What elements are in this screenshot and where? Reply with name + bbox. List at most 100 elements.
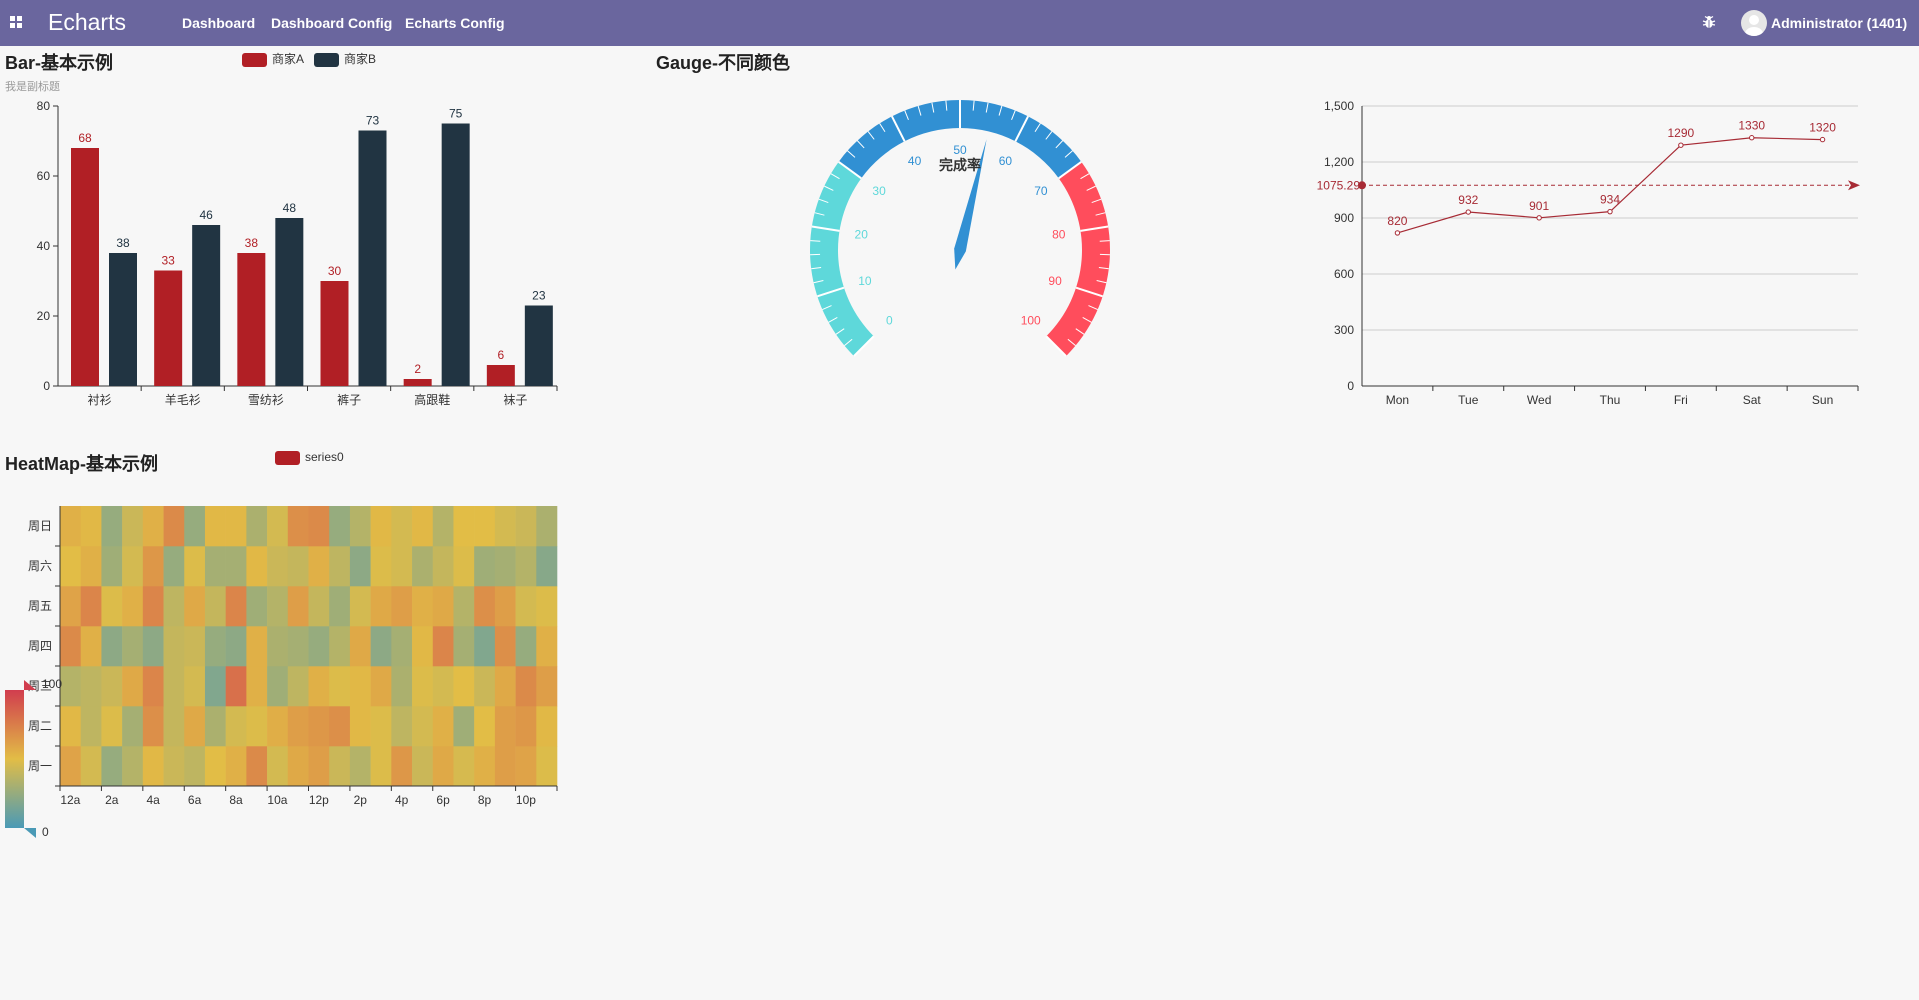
heatmap-cell	[308, 586, 330, 627]
heatmap-cell	[101, 626, 123, 667]
heatmap-cell	[122, 626, 144, 667]
heatmap-cell	[204, 506, 226, 547]
gauge-tick-label: 80	[1052, 227, 1066, 241]
heatmap-cell	[60, 746, 82, 787]
bar-chart: 0 20 40 60 80 衬衫 68 38 羊毛衫 33 46 雪纺衫 38 48 裤子 30 73 高跟鞋 2 7…	[37, 99, 558, 407]
heatmap-cell	[349, 506, 371, 547]
bar-data-label: 2	[414, 362, 421, 376]
avatar[interactable]	[1741, 10, 1767, 36]
bar-data-label: 48	[283, 201, 297, 215]
gauge-tick-label: 100	[1021, 314, 1041, 328]
heatmap-cell	[474, 626, 496, 667]
line-x-tick-label: Tue	[1458, 393, 1479, 407]
heatmap-x-tick-label: 12a	[60, 793, 80, 807]
bar-data-label: 73	[366, 114, 380, 128]
heatmap-cell	[412, 706, 434, 747]
heatmap-cell	[204, 626, 226, 667]
heatmap-cell	[349, 586, 371, 627]
bar	[109, 253, 137, 386]
heatmap-cell	[391, 546, 413, 587]
heatmap-cell	[163, 706, 185, 747]
heatmap-cell	[349, 546, 371, 587]
heatmap-cell	[329, 666, 351, 707]
bar-y-tick-label: 40	[37, 239, 51, 253]
line-x-tick-label: Thu	[1600, 393, 1621, 407]
heatmap-cell	[453, 746, 475, 787]
heatmap-y-tick-label: 周四	[28, 639, 52, 653]
bar-data-label: 30	[328, 264, 342, 278]
line-chart: 0 300 600 900 1,200 1,500 Mon Tue Wed Thu Fri Sat Su…	[1317, 99, 1860, 407]
bar	[275, 218, 304, 386]
line-data-label: 932	[1458, 193, 1478, 207]
line-point	[1819, 136, 1826, 143]
heatmap-cell	[432, 706, 454, 747]
heatmap-cell	[308, 506, 330, 547]
heatmap-cell	[432, 666, 454, 707]
heatmap-cell	[391, 706, 413, 747]
heatmap-cell	[536, 746, 558, 787]
heatmap-x-tick-label: 8p	[478, 793, 492, 807]
heatmap-cell	[142, 666, 164, 707]
line-x-tick-label: Sat	[1743, 393, 1762, 407]
heatmap-cell	[453, 586, 475, 627]
heatmap-cell	[267, 746, 289, 787]
heatmap-cell	[370, 546, 392, 587]
heatmap-cell	[163, 546, 185, 587]
heatmap-x-tick-label: 4p	[395, 793, 409, 807]
heatmap-cell	[287, 706, 309, 747]
line-y-tick-label: 600	[1334, 267, 1354, 281]
heatmap-cell	[474, 546, 496, 587]
line-data-label: 901	[1529, 199, 1549, 213]
heatmap-cell	[494, 746, 516, 787]
heatmap-cell	[163, 586, 185, 627]
gauge-tick-label: 20	[855, 227, 869, 241]
bug-icon[interactable]	[1701, 14, 1717, 30]
heatmap-y-tick-label: 周五	[28, 599, 52, 613]
bar	[237, 253, 266, 386]
heatmap-cell	[494, 626, 516, 667]
heatmap-cell	[184, 666, 206, 707]
line-point	[1607, 208, 1613, 215]
heatmap-cell	[246, 626, 268, 667]
heatmap-cell	[494, 706, 516, 747]
heatmap-cell	[329, 546, 351, 587]
heatmap-cell	[122, 746, 144, 787]
heatmap-cell	[370, 666, 392, 707]
heatmap-cell	[267, 506, 289, 547]
heatmap-cell	[184, 546, 206, 587]
heatmap-cell	[432, 506, 454, 547]
heatmap-cell	[474, 666, 496, 707]
heatmap-y-tick-label: 周日	[28, 519, 52, 533]
heatmap-cell	[267, 546, 289, 587]
heatmap-cell	[60, 706, 82, 747]
heatmap-cell	[329, 586, 351, 627]
heatmap-cell	[60, 586, 82, 627]
heatmap-cell	[204, 586, 226, 627]
user-menu[interactable]: Administrator (1401)	[1771, 15, 1907, 31]
heatmap-cell	[474, 746, 496, 787]
heatmap-cell	[267, 586, 289, 627]
heatmap-cell	[308, 546, 330, 587]
heatmap-cell	[412, 546, 434, 587]
heatmap-cell	[184, 626, 206, 667]
heatmap-cell	[163, 506, 185, 547]
gauge-band	[1046, 161, 1110, 357]
heatmap-cell	[515, 626, 537, 667]
line-y-tick-label: 900	[1334, 211, 1354, 225]
heatmap-cell	[474, 506, 496, 547]
gauge-tick-label: 30	[872, 184, 886, 198]
bar-x-tick-label: 袜子	[503, 393, 527, 407]
heatmap-cell	[122, 586, 144, 627]
heatmap-cell	[204, 546, 226, 587]
bar	[192, 225, 221, 386]
heatmap-x-tick-label: 6a	[188, 793, 202, 807]
heatmap-cell	[80, 626, 102, 667]
heatmap-cell	[163, 626, 185, 667]
bar	[441, 123, 470, 386]
heatmap-cell	[432, 546, 454, 587]
heatmap-cell	[287, 666, 309, 707]
heatmap-cell	[246, 546, 268, 587]
heatmap-x-tick-label: 10p	[516, 793, 536, 807]
heatmap-legend-series0[interactable]: series0	[275, 450, 344, 465]
bar	[403, 379, 432, 386]
